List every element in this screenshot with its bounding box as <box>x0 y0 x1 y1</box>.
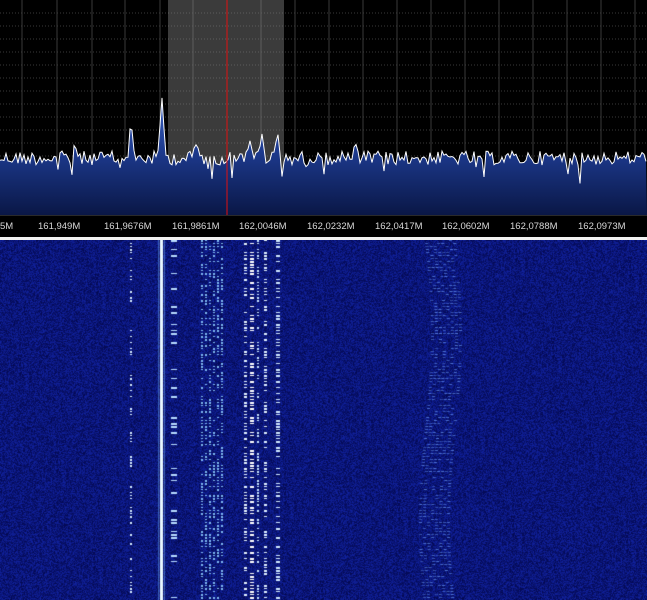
waterfall-display[interactable] <box>0 240 647 600</box>
freq-tick-label: 162,0046M <box>239 221 287 232</box>
frequency-axis[interactable]: 5M 161,949M 161,9676M 161,9861M 162,0046… <box>0 215 647 238</box>
sdr-receiver-view: 5M 161,949M 161,9676M 161,9861M 162,0046… <box>0 0 647 600</box>
freq-tick-label: 162,0417M <box>375 221 423 232</box>
freq-tick-label: 161,9861M <box>172 221 220 232</box>
freq-tick-label: 162,0788M <box>510 221 558 232</box>
freq-tick-label: 161,949M <box>38 221 81 232</box>
spectrum-display[interactable] <box>0 0 647 215</box>
freq-tick-label: 161,9676M <box>104 221 152 232</box>
freq-tick-label: 162,0232M <box>307 221 355 232</box>
freq-tick-label: 5M <box>0 221 14 232</box>
freq-tick-label: 162,0973M <box>578 221 626 232</box>
freq-tick-label: 162,0602M <box>442 221 490 232</box>
